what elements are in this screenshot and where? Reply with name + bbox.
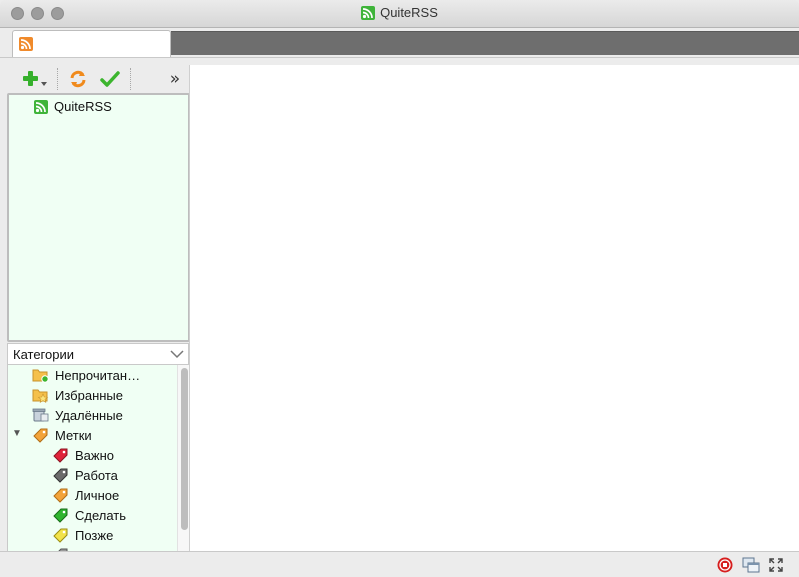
refresh-icon xyxy=(70,70,86,88)
divider xyxy=(0,57,799,58)
yellow-tag-icon xyxy=(53,528,68,543)
category-unread[interactable]: Непрочитан… xyxy=(32,365,140,385)
refresh-button[interactable] xyxy=(67,69,89,89)
main-content-area[interactable] xyxy=(189,65,799,551)
add-feed-icon xyxy=(23,71,47,86)
label-later[interactable]: Позже xyxy=(52,525,113,545)
label-name: Личное xyxy=(75,487,120,503)
add-feed-button[interactable] xyxy=(20,69,50,89)
double-chevron-right-icon: » xyxy=(169,69,181,89)
feeds-toolbar: » xyxy=(7,65,189,93)
gray-tag-icon xyxy=(53,468,68,483)
expand-arrow-icon[interactable]: ▼ xyxy=(12,428,22,439)
category-labels[interactable]: ▼ Метки xyxy=(12,425,92,445)
title-bar: QuiteRSS xyxy=(0,0,799,28)
feed-label: QuiteRSS xyxy=(54,99,112,114)
toolbar-separator xyxy=(130,68,131,90)
label-personal[interactable]: Личное xyxy=(52,485,119,505)
orange-tag-icon xyxy=(53,488,68,503)
rss-orange-icon xyxy=(19,37,33,51)
window-mode-icon xyxy=(742,557,760,573)
fullscreen-button[interactable] xyxy=(767,556,785,574)
mark-all-read-button[interactable] xyxy=(99,69,121,89)
window-title: QuiteRSS xyxy=(380,5,438,20)
check-icon xyxy=(100,71,120,87)
category-label: Метки xyxy=(55,427,92,443)
label-name: Позже xyxy=(75,527,114,543)
stop-icon xyxy=(717,557,733,573)
window-mode-button[interactable] xyxy=(742,556,760,574)
window-title-wrap: QuiteRSS xyxy=(0,5,799,20)
category-deleted[interactable]: Удалённые xyxy=(32,405,123,425)
feed-tree[interactable]: QuiteRSS xyxy=(7,93,190,342)
status-bar xyxy=(0,551,799,577)
unread-folder-icon xyxy=(32,369,49,383)
tab-strip-background xyxy=(171,31,799,55)
label-name: Работа xyxy=(75,467,118,483)
label-work[interactable]: Работа xyxy=(52,465,118,485)
label-todo[interactable]: Сделать xyxy=(52,505,126,525)
category-label: Избранные xyxy=(55,387,123,403)
categories-title: Категории xyxy=(13,346,74,362)
categories-scrollbar[interactable] xyxy=(177,365,189,551)
label-name: Сделать xyxy=(75,507,127,523)
red-tag-icon xyxy=(53,448,68,463)
starred-folder-icon xyxy=(32,389,49,403)
toolbar-more-button[interactable]: » xyxy=(165,69,185,89)
toolbar-separator xyxy=(57,68,58,90)
trash-icon xyxy=(32,408,49,422)
tab-feeds[interactable] xyxy=(12,30,171,57)
feed-item-quiterss[interactable]: QuiteRSS xyxy=(34,99,112,114)
rss-icon xyxy=(361,6,376,20)
category-label: Удалённые xyxy=(55,407,123,423)
categories-header[interactable]: Категории xyxy=(7,343,189,365)
rss-green-icon xyxy=(34,99,48,114)
scrollbar-thumb[interactable] xyxy=(181,368,188,530)
stop-button[interactable] xyxy=(716,556,734,574)
tab-strip xyxy=(0,28,799,57)
fullscreen-icon xyxy=(769,558,783,572)
category-starred[interactable]: Избранные xyxy=(32,385,123,405)
category-label: Непрочитан… xyxy=(55,367,141,383)
label-name: Важно xyxy=(75,447,115,463)
categories-list[interactable]: Непрочитан… Избранные Удалённые ▼ Метки … xyxy=(7,365,189,551)
label-important[interactable]: Важно xyxy=(52,445,114,465)
chevron-down-icon[interactable] xyxy=(169,347,185,361)
green-tag-icon xyxy=(53,508,68,523)
labels-icon xyxy=(33,428,48,443)
